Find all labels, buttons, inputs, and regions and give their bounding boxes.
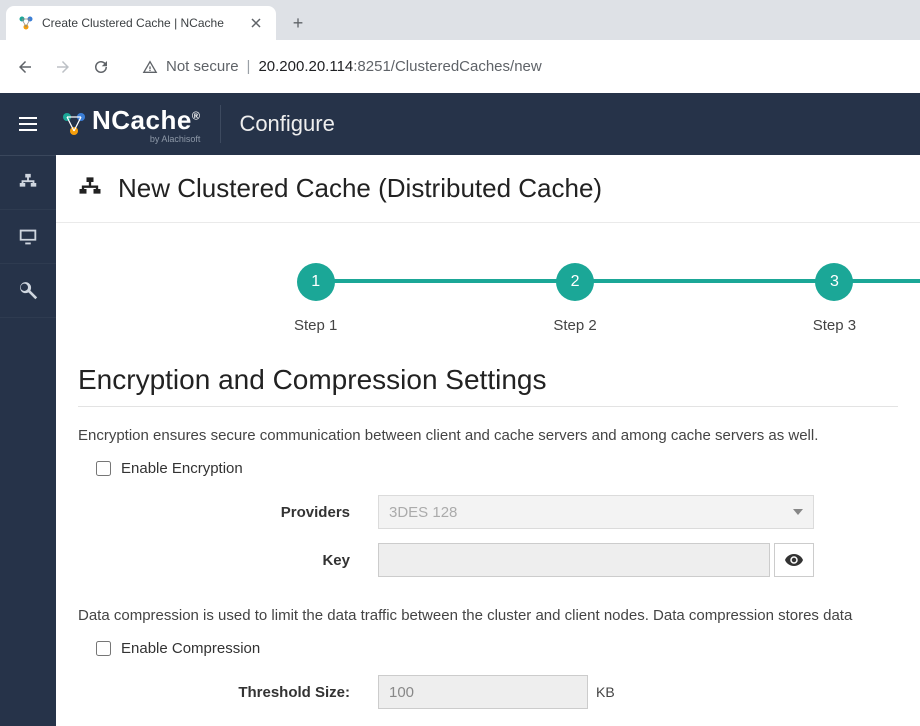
monitor-icon [17, 226, 39, 248]
address-field[interactable]: Not secure | 20.200.20.114:8251/Clustere… [130, 50, 912, 84]
threshold-label: Threshold Size: [78, 684, 378, 701]
enable-encryption-label: Enable Encryption [121, 460, 243, 477]
address-path: :8251/ClusteredCaches/new [353, 58, 541, 75]
key-label: Key [78, 552, 378, 569]
step-label: Step 2 [553, 317, 596, 334]
sidebar-item-local[interactable] [0, 210, 56, 264]
step-2[interactable]: 2 Step 2 [553, 263, 596, 334]
stepper: 1 Step 1 2 Step 2 3 Step 3 [56, 223, 920, 344]
encryption-description: Encryption ensures secure communication … [78, 425, 898, 446]
page-title: New Clustered Cache (Distributed Cache) [118, 173, 602, 204]
sidebar-item-clustered[interactable] [0, 156, 56, 210]
header-divider [220, 105, 221, 143]
compression-description: Data compression is used to limit the da… [78, 605, 898, 626]
main-content: New Clustered Cache (Distributed Cache) … [56, 155, 920, 726]
browser-chrome: Create Clustered Cache | NCache + Not se… [0, 0, 920, 93]
tab-title: Create Clustered Cache | NCache [42, 16, 240, 30]
enable-compression-label: Enable Compression [121, 640, 260, 657]
address-bar: Not secure | 20.200.20.114:8251/Clustere… [0, 40, 920, 93]
reload-button[interactable] [84, 50, 118, 84]
enable-compression-checkbox[interactable] [96, 641, 111, 656]
key-input[interactable] [378, 543, 770, 577]
wrench-icon [17, 280, 39, 302]
step-circle: 1 [297, 263, 335, 301]
new-tab-button[interactable]: + [284, 9, 312, 37]
sitemap-icon [76, 175, 104, 203]
step-1[interactable]: 1 Step 1 [294, 263, 337, 334]
tab-close-icon[interactable] [248, 15, 264, 31]
providers-label: Providers [78, 504, 378, 521]
sidebar [0, 155, 56, 726]
step-circle: 2 [556, 263, 594, 301]
step-circle: 3 [815, 263, 853, 301]
app-header: NCache® by Alachisoft Configure [0, 93, 920, 155]
brand-name: NCache [92, 105, 192, 135]
sitemap-icon [17, 172, 39, 194]
not-secure-icon [142, 59, 158, 75]
address-separator: | [247, 58, 251, 75]
address-host: 20.200.20.114 [258, 58, 353, 75]
step-3[interactable]: 3 Step 3 [813, 263, 856, 334]
page-header: New Clustered Cache (Distributed Cache) [56, 155, 920, 218]
section-title: Encryption and Compression Settings [78, 364, 898, 407]
threshold-unit: KB [596, 684, 615, 700]
browser-tab[interactable]: Create Clustered Cache | NCache [6, 6, 276, 40]
tab-favicon-icon [18, 15, 34, 31]
sidebar-item-tools[interactable] [0, 264, 56, 318]
forward-button[interactable] [46, 50, 80, 84]
not-secure-label: Not secure [166, 58, 239, 75]
logo[interactable]: NCache® by Alachisoft [56, 93, 216, 155]
threshold-input[interactable] [378, 675, 588, 709]
reveal-key-button[interactable] [774, 543, 814, 577]
brand-icon [60, 110, 88, 138]
menu-button[interactable] [0, 93, 56, 155]
step-label: Step 3 [813, 317, 856, 334]
back-button[interactable] [8, 50, 42, 84]
eye-icon [785, 554, 803, 566]
hamburger-icon [19, 117, 37, 131]
providers-select[interactable]: 3DES 128 [378, 495, 814, 529]
step-label: Step 1 [294, 317, 337, 334]
enable-encryption-checkbox[interactable] [96, 461, 111, 476]
tab-bar: Create Clustered Cache | NCache + [0, 0, 920, 40]
header-section: Configure [239, 111, 334, 137]
